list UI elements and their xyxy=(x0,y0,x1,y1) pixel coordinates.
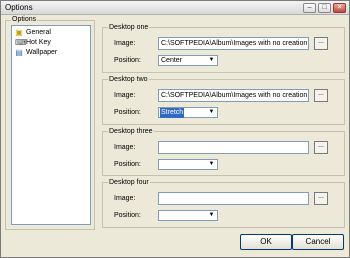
title-bar[interactable]: Options – □ ✕ xyxy=(1,1,349,15)
image-label: Image: xyxy=(114,195,136,202)
desktop-four-browse-button[interactable]: ... xyxy=(314,192,328,205)
chevron-down-icon[interactable]: ▼ xyxy=(207,57,216,64)
folder-icon: ▣ xyxy=(15,28,23,37)
desktop-four-group: Desktop four Image: ... Position: ▼ xyxy=(102,178,345,228)
maximize-button[interactable]: □ xyxy=(318,3,331,13)
desktop-four-image-field[interactable] xyxy=(158,192,309,205)
tree-item-label: Wallpaper xyxy=(26,49,58,56)
tree-item-label: General xyxy=(26,29,51,36)
desktop-three-position-select[interactable]: ▼ xyxy=(158,159,218,170)
desktop-one-title: Desktop one xyxy=(108,23,150,32)
desktop-one-position-value: Center xyxy=(161,57,183,64)
desktop-one-browse-button[interactable]: ... xyxy=(314,37,328,50)
desktop-three-title: Desktop three xyxy=(108,127,154,136)
position-label: Position: xyxy=(114,212,141,219)
desktop-four-position-select[interactable]: ▼ xyxy=(158,210,218,221)
desktop-four-title: Desktop four xyxy=(108,178,150,187)
close-button[interactable]: ✕ xyxy=(333,3,346,13)
ok-button[interactable]: OK xyxy=(240,234,292,250)
position-label: Position: xyxy=(114,57,141,64)
desktop-three-group: Desktop three Image: ... Position: ▼ xyxy=(102,127,345,176)
chevron-down-icon[interactable]: ▼ xyxy=(207,161,216,168)
image-label: Image: xyxy=(114,144,136,151)
desktop-three-image-field[interactable] xyxy=(158,141,309,154)
options-tree[interactable]: ▣ General ⌨ Hot Key ▤ Wallpaper xyxy=(11,25,91,225)
chevron-down-icon[interactable]: ▼ xyxy=(207,109,216,116)
tree-item-label: Hot Key xyxy=(26,39,51,46)
desktop-two-position-value: Stretch xyxy=(160,108,185,118)
desktop-three-browse-button[interactable]: ... xyxy=(314,141,328,154)
chevron-down-icon[interactable]: ▼ xyxy=(207,212,216,219)
position-label: Position: xyxy=(114,109,141,116)
desktop-two-image-field[interactable]: C:\SOFTPEDIA\Album\Images with no creati… xyxy=(158,89,309,102)
options-group-label: Options xyxy=(11,16,38,24)
desktop-two-position-select[interactable]: Stretch ▼ xyxy=(158,107,218,118)
desktop-two-title: Desktop two xyxy=(108,75,149,84)
image-label: Image: xyxy=(114,92,136,99)
keyboard-icon: ⌨ xyxy=(15,38,27,47)
options-window: Options – □ ✕ Options ▣ General ⌨ Hot Ke… xyxy=(0,0,350,258)
desktop-one-image-field[interactable]: C:\SOFTPEDIA\Album\Images with no creati… xyxy=(158,37,309,50)
desktop-two-group: Desktop two Image: C:\SOFTPEDIA\Album\Im… xyxy=(102,75,345,125)
cancel-button[interactable]: Cancel xyxy=(292,234,344,250)
window-title: Options xyxy=(5,3,33,12)
desktop-one-position-select[interactable]: Center ▼ xyxy=(158,55,218,66)
desktop-one-group: Desktop one Image: C:\SOFTPEDIA\Album\Im… xyxy=(102,23,345,73)
picture-icon: ▤ xyxy=(15,48,23,57)
image-label: Image: xyxy=(114,40,136,47)
minimize-button[interactable]: – xyxy=(303,3,316,13)
desktop-two-browse-button[interactable]: ... xyxy=(314,89,328,102)
position-label: Position: xyxy=(114,161,141,168)
